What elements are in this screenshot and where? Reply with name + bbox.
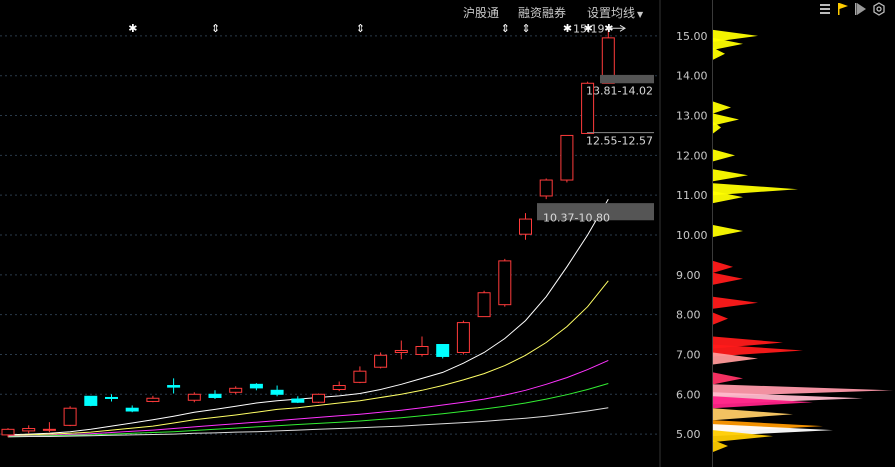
price-tick-label: 14.00 [676,70,708,83]
candle-body [332,385,346,391]
price-tick-label: 9.00 [676,269,701,282]
moving-average-line [7,198,609,436]
candle-body [167,385,181,388]
candle-body [477,292,491,318]
price-tick-label: 5.00 [676,428,701,441]
price-tick-label: 13.00 [676,110,708,123]
candle-body [105,396,118,399]
volume-profile-bar [713,101,731,114]
event-marker-icon: ✱ [128,22,137,35]
volume-profile-bar [713,372,743,385]
zone-mid-label: 12.55-12.57 [586,134,653,147]
zone-top-label: 13.81-14.02 [586,84,653,97]
volume-profile-bar [713,169,748,182]
candle-body [84,395,98,406]
price-tick-label: 10.00 [676,229,708,242]
volume-profile-bar [713,47,725,60]
candle-body [208,393,222,398]
candle-body [1,428,15,436]
candle-body [498,260,512,306]
event-marker-icon: ⇕ [211,22,220,35]
moving-average-line [7,280,609,437]
volume-profile-bar [713,225,743,238]
price-tick-label: 7.00 [676,348,701,361]
event-marker-icon: ⇕ [522,22,531,35]
moving-average-line [7,407,609,438]
candle-body [456,322,470,353]
candle-body [519,218,532,235]
candle-body [249,383,263,389]
price-chart[interactable]: 15.00 14.00 13.00 12.00 11.00 10.00 9.00 8.00 7.… [0,0,895,467]
candle-body [270,389,284,395]
price-tick-label: 11.00 [676,189,708,202]
candle-body [63,407,77,426]
candle-body [291,398,305,403]
price-tick-label: 6.00 [676,388,701,401]
event-marker-icon: ✱ [563,22,572,35]
candle-body [436,344,450,357]
event-marker-icon: ⇕ [356,22,365,35]
candle-body [229,387,243,393]
price-tick-label: 12.00 [676,149,708,162]
volume-profile-bar [713,260,733,273]
zone-low-label: 10.37-10.80 [543,211,610,224]
price-tick-label: 15.00 [676,30,708,43]
candle-body [22,428,36,432]
volume-profile-bar [713,113,739,126]
candle-body [187,393,201,401]
candle-body [125,407,139,412]
candle-body [42,428,56,431]
volume-profile-bar [713,312,728,325]
candle-body [539,179,553,197]
candle-body [560,134,574,181]
high-price-label: 15.19 [573,22,605,35]
candle-body [394,349,408,353]
candle-body [312,393,325,403]
candle-body [353,370,367,383]
price-zone-top [600,74,654,84]
volume-profile-bar [713,183,798,196]
volume-profile-bar [713,408,793,421]
volume-profile-bar [713,149,735,162]
price-tick-label: 8.00 [676,309,701,322]
volume-profile-bar [713,440,728,453]
event-marker-icon: ⇕ [501,22,510,35]
candle-body [415,345,429,355]
volume-profile-bar [713,272,743,285]
candle-body [374,354,388,368]
candle-body [146,397,160,402]
volume-profile-bar [713,296,758,309]
